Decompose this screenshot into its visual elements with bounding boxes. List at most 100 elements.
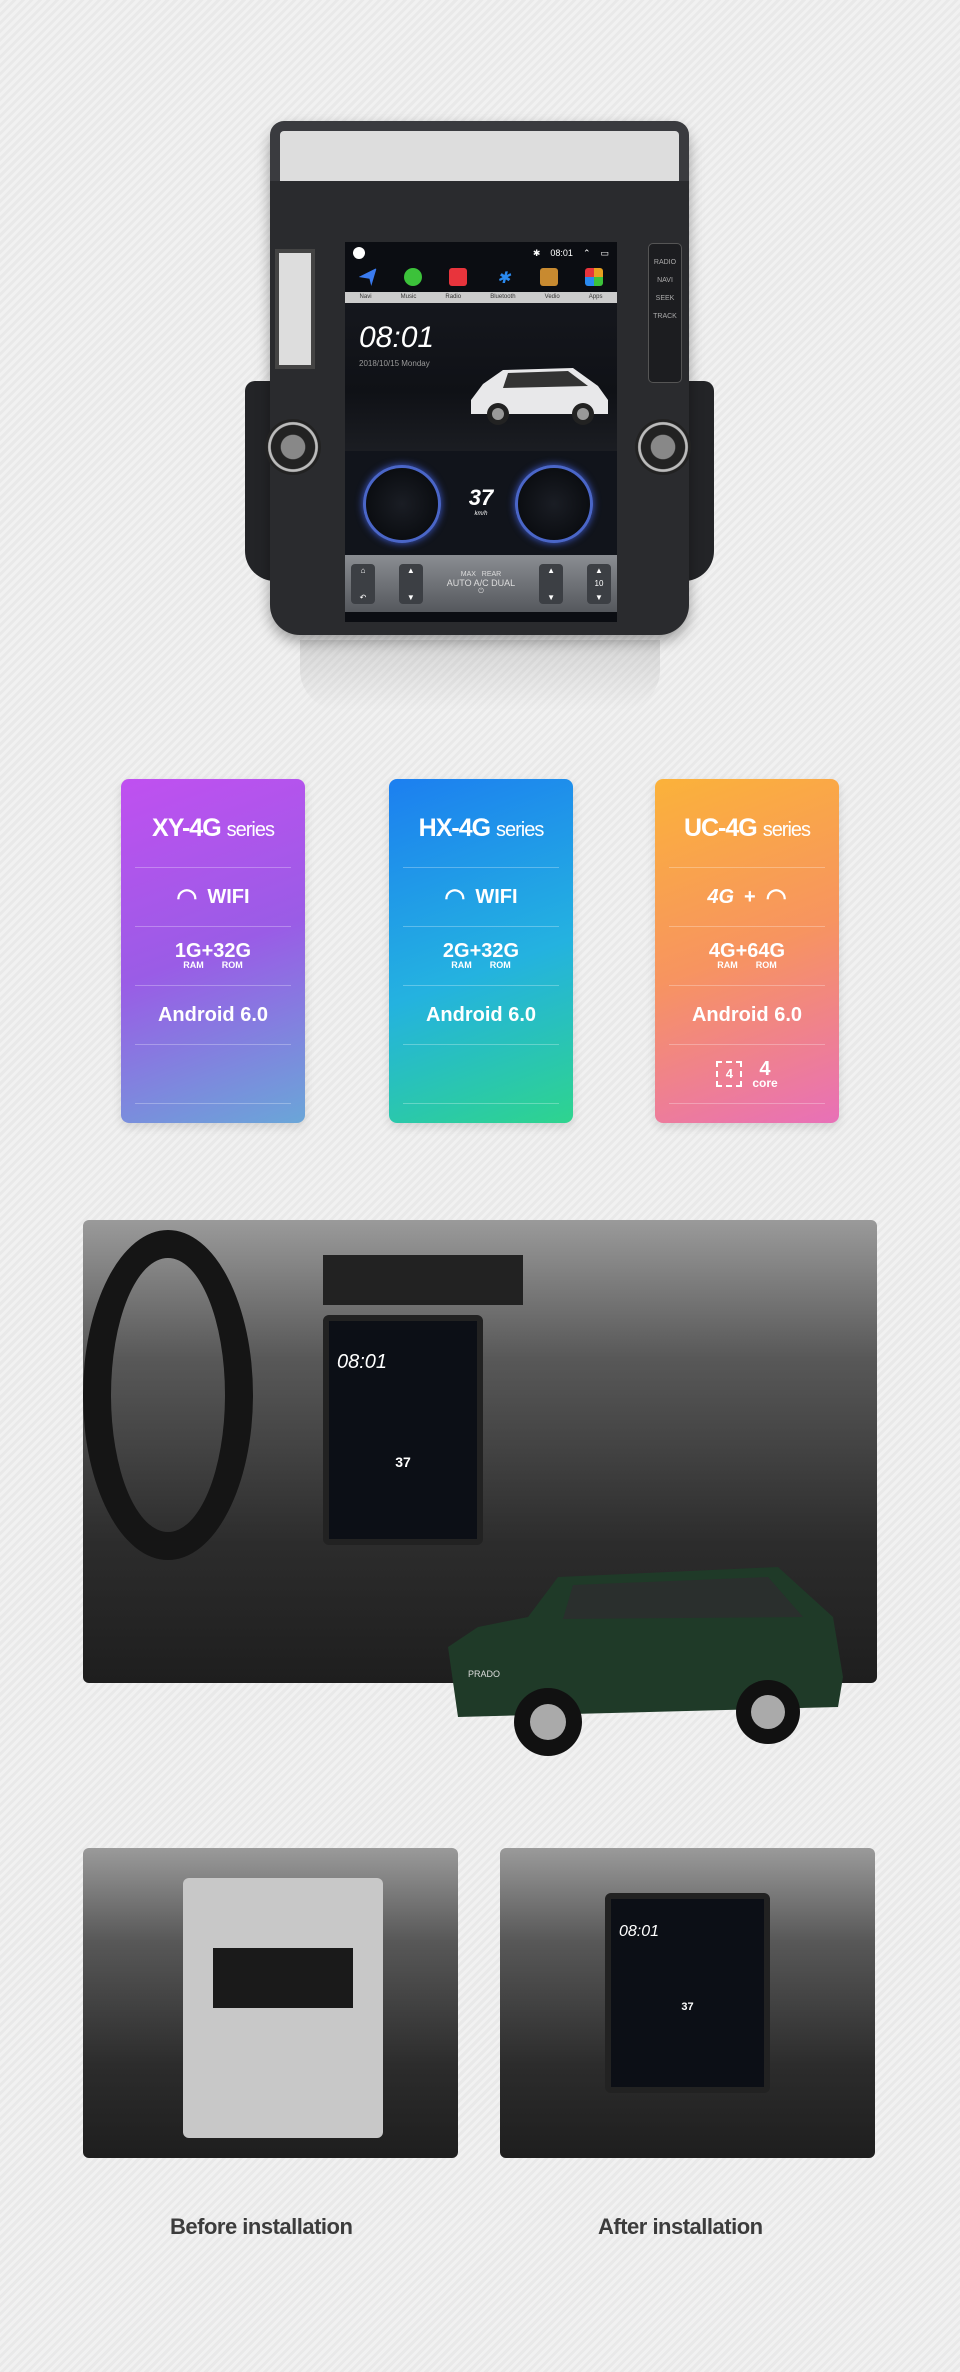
series-suffix: series — [496, 819, 544, 841]
track-button[interactable]: TRACK — [649, 308, 681, 326]
series-name: XY-4G — [152, 814, 222, 842]
power-icon[interactable]: ⏻ — [447, 588, 515, 596]
os-version: Android 6.0 — [157, 1003, 268, 1026]
rom-label: ROM — [755, 960, 777, 970]
wifi-icon: ◠ — [176, 883, 198, 911]
before-label: Before installation — [170, 2214, 353, 2239]
hazard-slot — [275, 249, 315, 369]
4g-icon: 4G — [707, 885, 735, 908]
app-label: Apps — [588, 294, 603, 300]
navi-button[interactable]: NAVI — [649, 272, 681, 290]
os-version: Android 6.0 — [691, 1003, 802, 1026]
back-icon[interactable] — [353, 247, 365, 259]
after-clock: 08:01 — [619, 1923, 660, 1940]
stock-console — [183, 1878, 383, 2138]
app-label: Radio — [445, 294, 462, 300]
after-speed: 37 — [681, 2001, 694, 2013]
after-label: After installation — [598, 2214, 763, 2239]
series-card-xy: XY-4G series ◠ WIFI 1G+32G RAM ROM Android … — [121, 779, 305, 1123]
prado-suv-image: PRADO — [448, 1567, 843, 1756]
app-apps[interactable] — [574, 268, 614, 288]
prado-badge: PRADO — [468, 1669, 500, 1679]
os-version: Android 6.0 — [425, 1003, 536, 1026]
recent-apps-icon[interactable]: ▭ — [600, 248, 609, 259]
after-installation-photo: 08:01 37 — [500, 1848, 875, 2158]
climate-labels: MAX REAR AUTO A/C DUAL ⏻ — [447, 571, 515, 596]
speed-unit: km/h — [474, 511, 488, 517]
installed-speed: 37 — [395, 1454, 411, 1470]
speedometer-gauge — [363, 465, 441, 543]
radio-button[interactable]: RADIO — [649, 254, 681, 272]
max-defrost-button[interactable]: MAX — [461, 571, 476, 578]
navi-icon — [358, 268, 377, 286]
series-card-hx: HX-4G series ◠ WIFI 2G+32G RAM ROM Android … — [389, 779, 573, 1123]
chevron-up-icon[interactable]: ⌃ — [583, 248, 591, 259]
app-navi[interactable] — [348, 268, 388, 288]
auto-button[interactable]: AUTO — [447, 578, 472, 588]
touch-screen: ✱ 08:01 ⌃ ▭ ✱ Navi Music Radio Bluetooth… — [345, 242, 617, 622]
gauge-panel: 37 km/h — [345, 451, 617, 555]
memory: 4G+64G — [708, 940, 786, 962]
cpu-chip-icon: 4 — [716, 1061, 743, 1087]
memory: 2G+32G — [442, 940, 520, 962]
app-radio[interactable] — [438, 268, 478, 288]
ac-button[interactable]: A/C — [474, 578, 489, 588]
home-icon[interactable]: ⌂ — [361, 566, 366, 575]
climate-bar: ⌂ ↶ ▲ ▼ MAX REAR AUTO A/C DUAL ⏻ ▲ ▼ ▲ 10 ▼ — [345, 555, 617, 612]
wifi-icon: ◠ — [765, 883, 787, 911]
bluetooth-icon: ✱ — [532, 247, 541, 258]
series-suffix: series — [226, 819, 275, 841]
temp-right-stepper[interactable]: ▲ ▼ — [539, 563, 564, 604]
volume-value: 10 — [594, 579, 604, 588]
music-icon — [403, 268, 422, 286]
series-name: HX-4G — [418, 814, 491, 842]
radio-icon — [449, 268, 468, 286]
rom-label: ROM — [489, 960, 511, 970]
speed-value: 37 — [468, 485, 494, 510]
dash-vent — [323, 1255, 523, 1305]
speed-readout: 37 km/h — [453, 485, 509, 517]
status-bar: ✱ 08:01 ⌃ ▭ — [345, 242, 617, 264]
left-knob[interactable] — [265, 419, 321, 475]
app-music[interactable] — [393, 268, 433, 288]
suv-image — [471, 368, 608, 425]
ram-label: RAM — [717, 960, 738, 970]
right-knob[interactable] — [635, 419, 691, 475]
app-labels: Navi Music Radio Bluetooth Vedio Apps — [345, 292, 617, 303]
status-time: 08:01 — [550, 248, 573, 258]
apps-grid-icon — [585, 268, 604, 286]
video-icon — [539, 268, 558, 286]
back-arrow-icon[interactable]: ↶ — [360, 593, 367, 602]
bluetooth-app-icon: ✱ — [496, 270, 511, 287]
series-name: UC-4G — [683, 814, 758, 842]
app-label: Bluetooth — [490, 294, 516, 300]
after-screen: 08:01 37 — [605, 1893, 770, 2093]
connectivity: WIFI — [207, 885, 250, 908]
rom-label: ROM — [221, 960, 243, 970]
ram-label: RAM — [451, 960, 472, 970]
app-video[interactable] — [529, 268, 569, 288]
reflection — [300, 640, 660, 710]
stock-radio — [213, 1948, 353, 2008]
app-label: Music — [400, 294, 417, 300]
app-bluetooth[interactable]: ✱ — [484, 268, 524, 288]
rear-defrost-button[interactable]: REAR — [482, 571, 501, 578]
tachometer-gauge — [515, 465, 593, 543]
app-label: Navi — [359, 294, 372, 300]
memory: 1G+32G — [174, 940, 252, 962]
core-label: core — [752, 1076, 778, 1090]
app-bar: ✱ — [345, 264, 617, 292]
volume-stepper[interactable]: ▲ 10 ▼ — [586, 563, 611, 604]
home-back-buttons[interactable]: ⌂ ↶ — [351, 563, 375, 604]
installed-clock: 08:01 — [337, 1351, 388, 1373]
seek-button[interactable]: SEEK — [649, 290, 681, 308]
temp-left-stepper[interactable]: ▲ ▼ — [398, 563, 423, 604]
head-unit-product-image: RADIO NAVI SEEK TRACK ✱ 08:01 ⌃ ▭ ✱ Navi… — [245, 121, 714, 635]
dual-button[interactable]: DUAL — [491, 578, 515, 588]
plus: + — [744, 885, 756, 908]
app-label: Vedio — [544, 294, 560, 300]
before-installation-photo — [83, 1848, 458, 2158]
air-vent — [270, 121, 689, 181]
side-buttons: RADIO NAVI SEEK TRACK — [648, 243, 682, 383]
home-widget: 08:01 2018/10/15 Monday — [345, 303, 617, 451]
